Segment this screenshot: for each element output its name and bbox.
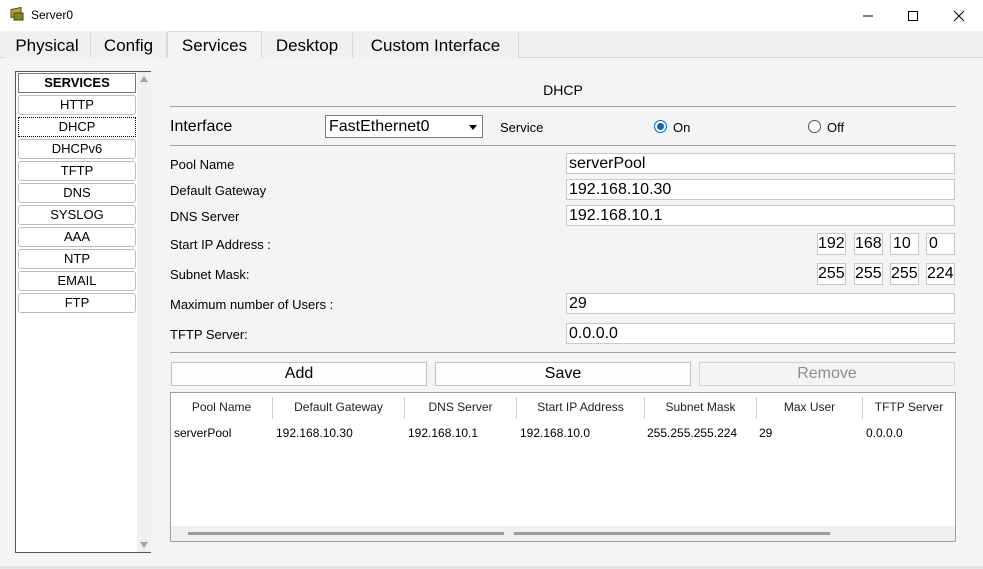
service-label: Service	[500, 120, 544, 135]
divider	[170, 145, 956, 146]
service-item-ftp[interactable]: FTP	[18, 293, 136, 313]
tab-config[interactable]: Config	[91, 33, 167, 58]
start-ip-octet-1[interactable]: 192	[817, 233, 846, 255]
window-title: Server0	[31, 8, 74, 22]
service-item-email[interactable]: EMAIL	[18, 271, 136, 291]
title-bar: Server0	[0, 0, 983, 31]
dns-server-input[interactable]: 192.168.10.1	[566, 205, 955, 226]
scroll-down-icon[interactable]	[140, 542, 148, 548]
minimize-button[interactable]	[845, 0, 891, 31]
pool-name-input[interactable]: serverPool	[566, 153, 955, 174]
column-header[interactable]: TFTP Server	[863, 397, 955, 419]
start-ip-label: Start IP Address :	[170, 237, 271, 252]
table-cell: 192.168.10.1	[408, 426, 479, 440]
interface-value: FastEthernet0	[329, 118, 430, 135]
tab-physical[interactable]: Physical	[4, 33, 91, 58]
add-button[interactable]: Add	[171, 362, 427, 386]
tftp-server-input[interactable]: 0.0.0.0	[566, 323, 955, 344]
subnet-mask-octet-3[interactable]: 255	[890, 263, 919, 285]
divider	[170, 106, 956, 107]
interface-select[interactable]: FastEthernet0	[325, 115, 483, 138]
column-header[interactable]: Max User	[757, 397, 863, 419]
pool-table: Pool Name Default Gateway DNS Server Sta…	[170, 392, 956, 542]
column-header[interactable]: DNS Server	[405, 397, 517, 419]
tftp-server-label: TFTP Server:	[170, 327, 248, 342]
subnet-mask-octet-2[interactable]: 255	[854, 263, 883, 285]
subnet-mask-label: Subnet Mask:	[170, 267, 250, 282]
services-header: SERVICES	[18, 73, 136, 93]
tab-services[interactable]: Services	[167, 31, 262, 59]
scroll-up-icon[interactable]	[140, 76, 148, 82]
service-item-dhcpv6[interactable]: DHCPv6	[18, 139, 136, 159]
maximize-button[interactable]	[890, 0, 936, 31]
service-item-dhcp[interactable]: DHCP	[18, 117, 136, 137]
tab-custom-interface[interactable]: Custom Interface	[353, 33, 519, 58]
maximize-icon	[908, 10, 918, 21]
table-cell: 192.168.10.0	[520, 426, 591, 440]
tab-bar: Physical Config Services Desktop Custom …	[0, 31, 983, 59]
subnet-mask-octet-1[interactable]: 255	[817, 263, 846, 285]
column-header[interactable]: Subnet Mask	[645, 397, 757, 419]
divider	[170, 352, 956, 353]
column-header[interactable]: Pool Name	[171, 397, 273, 419]
save-button[interactable]: Save	[435, 362, 691, 386]
server-icon	[10, 7, 24, 21]
start-ip-octet-4[interactable]: 0	[926, 233, 955, 255]
scrollbar-thumb[interactable]	[188, 532, 504, 535]
column-header[interactable]: Default Gateway	[273, 397, 405, 419]
services-list: SERVICES HTTP DHCP DHCPv6 TFTP DNS SYSLO…	[15, 71, 151, 553]
remove-button[interactable]: Remove	[699, 362, 955, 386]
service-item-tftp[interactable]: TFTP	[18, 161, 136, 181]
service-item-syslog[interactable]: SYSLOG	[18, 205, 136, 225]
service-item-http[interactable]: HTTP	[18, 95, 136, 115]
close-button[interactable]	[936, 0, 982, 31]
table-cell: serverPool	[174, 426, 232, 440]
table-cell: 255.255.255.224	[647, 426, 738, 440]
minimize-icon	[863, 15, 873, 16]
service-off-radio[interactable]	[808, 120, 821, 133]
default-gateway-input[interactable]: 192.168.10.30	[566, 179, 955, 200]
service-item-aaa[interactable]: AAA	[18, 227, 136, 247]
close-icon	[953, 10, 965, 21]
scrollbar-thumb[interactable]	[514, 532, 830, 535]
table-cell: 0.0.0.0	[866, 426, 903, 440]
column-header[interactable]: Start IP Address	[517, 397, 645, 419]
service-on-label: On	[673, 120, 691, 135]
service-item-ntp[interactable]: NTP	[18, 249, 136, 269]
table-cell: 192.168.10.30	[276, 426, 353, 440]
service-on-radio[interactable]	[654, 120, 667, 133]
dns-server-label: DNS Server	[170, 209, 240, 224]
start-ip-octet-3[interactable]: 10	[890, 233, 919, 255]
default-gateway-label: Default Gateway	[170, 183, 267, 198]
table-horizontal-scrollbar[interactable]	[171, 526, 955, 541]
dhcp-title: DHCP	[543, 82, 583, 98]
chevron-down-icon	[469, 125, 477, 130]
max-users-input[interactable]: 29	[566, 293, 955, 314]
tab-desktop[interactable]: Desktop	[262, 33, 353, 58]
services-scrollbar[interactable]	[137, 72, 151, 552]
table-cell: 29	[759, 426, 773, 440]
service-off-label: Off	[827, 120, 845, 135]
start-ip-octet-2[interactable]: 168	[854, 233, 883, 255]
max-users-label: Maximum number of Users :	[170, 297, 334, 312]
subnet-mask-octet-4[interactable]: 224	[926, 263, 955, 285]
service-item-dns[interactable]: DNS	[18, 183, 136, 203]
pool-name-label: Pool Name	[170, 157, 235, 172]
interface-label: Interface	[170, 118, 233, 135]
